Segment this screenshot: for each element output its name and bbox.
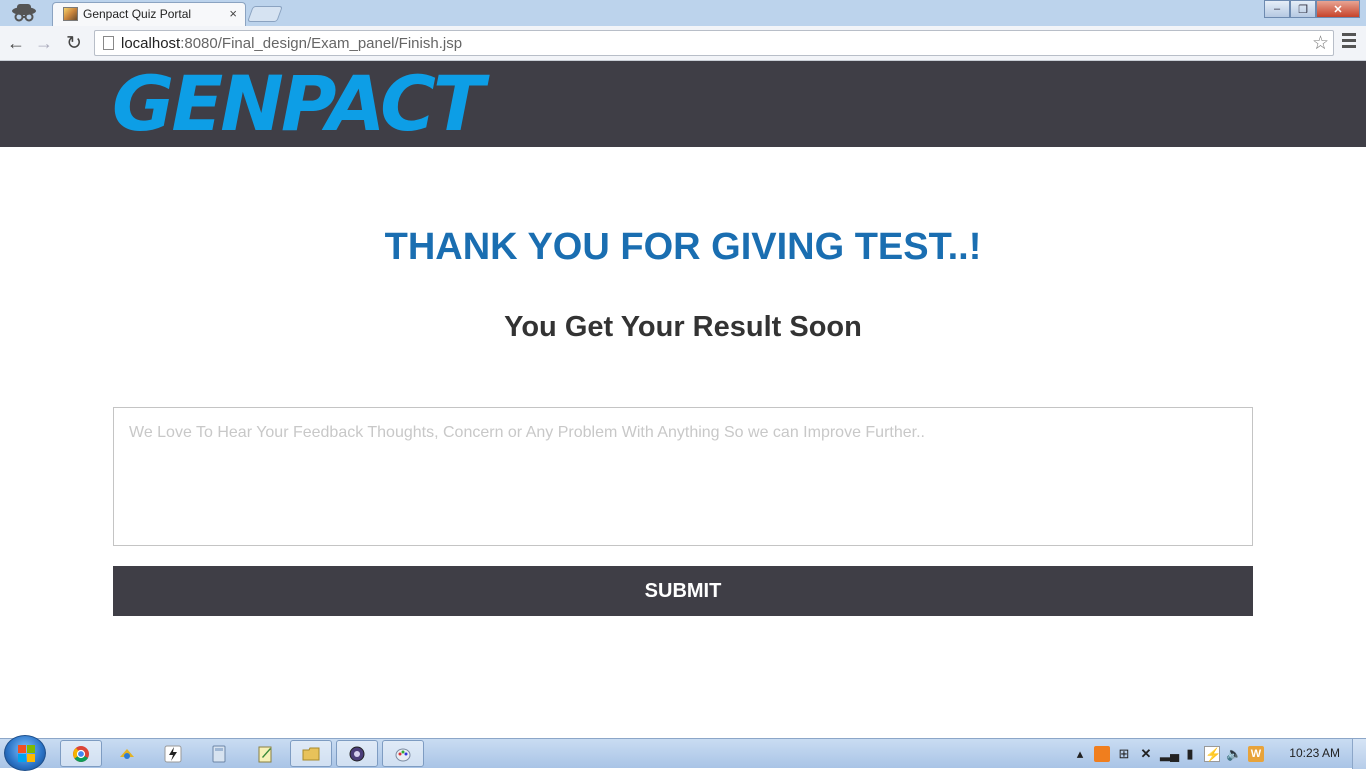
page-title: THANK YOU FOR GIVING TEST..! <box>384 226 982 268</box>
minimize-button[interactable]: – <box>1264 0 1290 18</box>
taskbar-screen-capture[interactable] <box>336 740 378 767</box>
taskbar-paint[interactable] <box>382 740 424 767</box>
file-explorer-icon <box>302 747 320 760</box>
windows-icon[interactable]: ⊞ <box>1116 746 1132 762</box>
taskbar-file-explorer[interactable] <box>290 740 332 767</box>
page-subtitle: You Get Your Result Soon <box>504 311 862 343</box>
genpact-logo: GENPACT <box>112 61 485 147</box>
site-header: GENPACT <box>0 61 1366 147</box>
url-text[interactable]: localhost:8080/Final_design/Exam_panel/F… <box>121 35 462 52</box>
new-tab-button[interactable] <box>247 6 283 22</box>
close-button[interactable]: ✕ <box>1316 0 1360 18</box>
taskbar-chrome[interactable] <box>60 740 102 767</box>
flash-icon <box>164 745 182 762</box>
tab-close-icon[interactable]: × <box>229 6 237 21</box>
url-host: localhost <box>121 35 181 52</box>
tab-title: Genpact Quiz Portal <box>83 7 192 21</box>
power-icon[interactable]: ▮ <box>1182 746 1198 762</box>
incognito-icon <box>12 4 36 22</box>
windows-logo-icon <box>18 745 35 762</box>
address-bar[interactable]: localhost:8080/Final_design/Exam_panel/F… <box>94 30 1334 56</box>
browser-menu-icon[interactable] <box>1342 33 1358 51</box>
start-button[interactable] <box>4 735 46 771</box>
windows-taskbar: ▴ ⊞ ✕ ▂▄ ▮ ⚡ 🔈 W 10:23 AM <box>0 735 1366 771</box>
forward-button[interactable]: → <box>32 31 56 55</box>
url-path: :8080/Final_design/Exam_panel/Finish.jsp <box>180 35 463 52</box>
taskbar-network-tool[interactable] <box>106 740 148 767</box>
calculator-icon <box>212 745 226 762</box>
network-tool-icon <box>120 748 134 759</box>
x-icon[interactable]: ✕ <box>1138 746 1154 762</box>
notepad-icon <box>258 746 272 762</box>
show-desktop-button[interactable] <box>1352 739 1366 769</box>
show-hidden-icons-arrow[interactable]: ▴ <box>1072 746 1088 762</box>
feedback-textarea[interactable] <box>113 407 1253 546</box>
taskbar-flash[interactable] <box>152 740 194 767</box>
volume-icon[interactable]: 🔈 <box>1226 746 1242 762</box>
taskbar-calculator[interactable] <box>198 740 240 767</box>
clock[interactable]: 10:23 AM <box>1289 746 1340 760</box>
page-icon <box>103 36 114 50</box>
signal-icon[interactable]: ▂▄ <box>1160 746 1179 762</box>
paint-icon <box>395 748 411 761</box>
system-tray: ▴ ⊞ ✕ ▂▄ ▮ ⚡ 🔈 W 10:23 AM <box>1066 739 1366 769</box>
back-button[interactable]: ← <box>4 31 28 55</box>
taskbar-notepad[interactable] <box>244 740 286 767</box>
xampp-icon[interactable] <box>1094 746 1110 762</box>
browser-toolbar: ← → ↻ localhost:8080/Final_design/Exam_p… <box>0 26 1366 61</box>
maximize-button[interactable]: ❐ <box>1290 0 1316 18</box>
flash-tray-icon[interactable]: ⚡ <box>1204 746 1221 762</box>
favicon-icon <box>63 7 78 21</box>
window-controls: – ❐ ✕ <box>1264 0 1360 18</box>
bookmark-star-icon[interactable]: ☆ <box>1312 32 1329 55</box>
reload-button[interactable]: ↻ <box>62 31 86 55</box>
submit-button[interactable]: SUBMIT <box>113 566 1253 616</box>
screen-capture-icon <box>349 746 365 761</box>
browser-title-bar: Genpact Quiz Portal × – ❐ ✕ <box>0 0 1366 26</box>
word-icon[interactable]: W <box>1248 746 1264 762</box>
browser-tab[interactable]: Genpact Quiz Portal × <box>52 2 246 26</box>
chrome-icon <box>73 745 89 762</box>
